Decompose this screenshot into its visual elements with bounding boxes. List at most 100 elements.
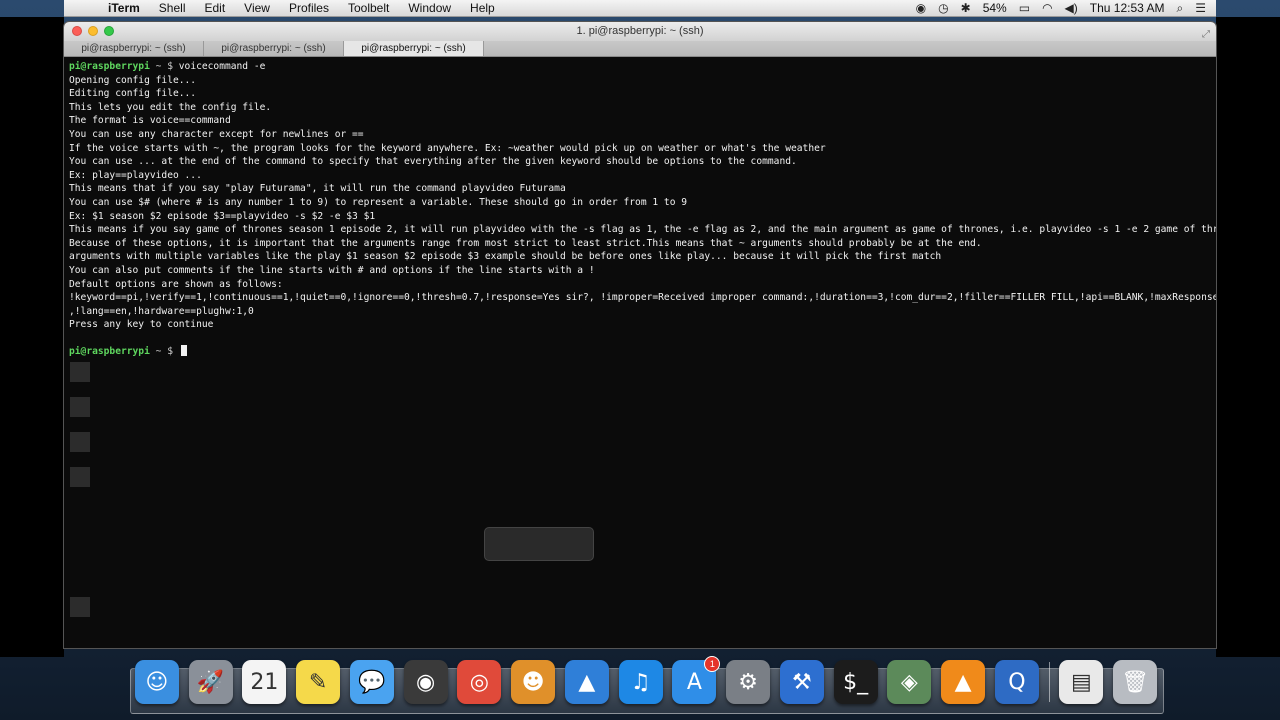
record-icon[interactable]: ◉	[916, 1, 926, 15]
messages-glyph: 💬	[358, 669, 386, 695]
chrome-icon[interactable]: ◎	[457, 660, 502, 704]
menubar-clock[interactable]: Thu 12:53 AM	[1090, 1, 1165, 15]
ghost-thumbnail	[70, 397, 90, 417]
menu-bar: iTerm Shell Edit View Profiles Toolbelt …	[64, 0, 1216, 17]
documents-stack-glyph: ▤	[1070, 669, 1092, 695]
messages-icon[interactable]: 💬	[349, 660, 394, 704]
trash-glyph: 🗑	[1121, 669, 1150, 695]
finder-icon[interactable]: ☺	[134, 660, 179, 704]
spotlight-search-icon[interactable]: ⌕	[1177, 1, 1184, 16]
itunes-icon[interactable]: ♫	[618, 660, 663, 704]
menu-window[interactable]: Window	[408, 1, 451, 15]
battery-icon[interactable]: ▭	[1019, 1, 1030, 15]
prompt-user: pi@raspberrypi	[69, 346, 150, 358]
calendar-icon[interactable]: 21	[242, 660, 287, 704]
quicktime-glyph: Q	[1008, 669, 1026, 695]
window-titlebar[interactable]: 1. pi@raspberrypi: ~ (ssh) ⤢	[64, 22, 1216, 41]
menu-profiles[interactable]: Profiles	[289, 1, 329, 15]
vlc-icon[interactable]: ▲	[941, 660, 986, 704]
menu-app-name[interactable]: iTerm	[108, 1, 140, 15]
ghost-thumbnail	[70, 432, 90, 452]
terminal-output: pi@raspberrypi ~ $ voicecommand -e Openin…	[69, 60, 1216, 359]
tab-session-3[interactable]: pi@raspberrypi: ~ (ssh)	[344, 41, 484, 56]
preview-icon[interactable]: ◈	[887, 660, 932, 704]
documents-stack-icon[interactable]: ▤	[1059, 660, 1104, 704]
terminal-icon[interactable]: $_	[833, 660, 878, 704]
dock-divider	[1048, 662, 1050, 702]
output-line: Press any key to continue	[69, 319, 214, 331]
app-store-glyph: A	[686, 669, 702, 695]
menu-help[interactable]: Help	[470, 1, 495, 15]
terminal-glyph: $_	[843, 669, 869, 695]
output-line: This lets you edit the config file.	[69, 101, 272, 113]
trash-icon[interactable]: 🗑	[1113, 660, 1158, 704]
time-machine-icon[interactable]: ◷	[938, 1, 948, 15]
output-line: arguments with multiple variables like t…	[69, 251, 942, 263]
screen-border-right	[1216, 17, 1280, 657]
notification-center-icon[interactable]: ☰	[1195, 1, 1206, 15]
system-preferences-glyph: ⚙	[738, 669, 758, 695]
app-store-icon[interactable]: A1	[672, 656, 721, 704]
dock: ☺ 🚀 21 ✎ 💬 ◉ ◎ ☻ ▲ ♫ A 1 ⚙ ⚒ $_ ◈ ▲ Q ▤ 🗑	[130, 655, 1162, 709]
screen-border-left	[0, 17, 64, 657]
quicktime-icon[interactable]: Q	[994, 660, 1039, 704]
volume-icon[interactable]: ◀)	[1065, 1, 1078, 15]
output-line: You can use ... at the end of the comman…	[69, 156, 797, 168]
facetime-glyph: ◉	[416, 669, 436, 695]
facetime-icon[interactable]: ◉	[403, 660, 448, 704]
menu-toolbelt[interactable]: Toolbelt	[348, 1, 389, 15]
system-preferences-icon[interactable]: ⚙	[726, 660, 771, 704]
command-text: voicecommand -e	[178, 61, 266, 72]
app-glyph: ☻	[521, 669, 545, 695]
launchpad-icon[interactable]: 🚀	[188, 660, 233, 704]
minimize-window-button[interactable]	[88, 26, 98, 36]
bluetooth-icon[interactable]: ✱	[961, 1, 971, 15]
keynote-glyph: ▲	[578, 669, 596, 695]
calendar-glyph: 21	[250, 669, 279, 695]
menu-shell[interactable]: Shell	[159, 1, 186, 15]
output-line: You can also put comments if the line st…	[69, 264, 595, 276]
ghost-thumbnail	[70, 467, 90, 487]
notification-badge: 1	[704, 656, 721, 672]
xcode-icon[interactable]: ⚒	[779, 660, 824, 704]
prompt-line: pi@raspberrypi ~ $ voicecommand -e	[69, 60, 1216, 74]
stickies-icon[interactable]: ✎	[296, 660, 341, 704]
close-window-button[interactable]	[72, 26, 82, 36]
output-line: If the voice starts with ~, the program …	[69, 142, 826, 154]
ghost-thumbnail	[70, 362, 90, 382]
chrome-glyph: ◎	[469, 669, 489, 695]
menu-edit[interactable]: Edit	[204, 1, 225, 15]
ghost-thumbnail	[70, 597, 90, 617]
prompt-line-current: pi@raspberrypi ~ $	[69, 345, 1216, 359]
output-line: !keyword==pi,!verify==1,!continuous==1,!…	[69, 292, 1216, 304]
output-line: Because of these options, it is importan…	[69, 237, 982, 249]
status-area: ◉ ◷ ✱ 54% ▭ ◠ ◀) Thu 12:53 AM ⌕ ☰	[916, 1, 1216, 16]
output-line: Ex: play==playvideo ...	[69, 169, 202, 181]
tab-session-1[interactable]: pi@raspberrypi: ~ (ssh)	[64, 41, 204, 56]
output-line: This means that if you say "play Futuram…	[69, 183, 566, 195]
output-line: The format is voice==command	[69, 115, 231, 127]
xcode-glyph: ⚒	[792, 669, 812, 695]
app-icon[interactable]: ☻	[511, 660, 556, 704]
terminal-cursor	[180, 345, 187, 357]
window-title: 1. pi@raspberrypi: ~ (ssh)	[576, 25, 704, 37]
keynote-icon[interactable]: ▲	[564, 660, 609, 704]
prompt-path: ~ $	[149, 346, 179, 358]
output-line: Ex: $1 season $2 episode $3==playvideo -…	[69, 210, 376, 222]
zoom-window-button[interactable]	[104, 26, 114, 36]
output-line: Default options are shown as follows:	[69, 278, 283, 290]
wifi-icon[interactable]: ◠	[1042, 1, 1052, 15]
tab-session-2[interactable]: pi@raspberrypi: ~ (ssh)	[204, 41, 344, 56]
battery-percent[interactable]: 54%	[983, 1, 1007, 15]
output-line: You can use any character except for new…	[69, 128, 364, 140]
iterm-window: 1. pi@raspberrypi: ~ (ssh) ⤢ pi@raspberr…	[64, 22, 1216, 648]
preview-glyph: ◈	[900, 669, 918, 695]
output-line: You can use $# (where # is any number 1 …	[69, 196, 688, 208]
itunes-glyph: ♫	[630, 669, 651, 695]
terminal-pane[interactable]: pi@raspberrypi ~ $ voicecommand -e Openin…	[64, 57, 1216, 648]
finder-glyph: ☺	[145, 669, 169, 695]
output-line: Opening config file...	[69, 74, 197, 86]
stickies-glyph: ✎	[308, 669, 328, 695]
menu-view[interactable]: View	[244, 1, 270, 15]
